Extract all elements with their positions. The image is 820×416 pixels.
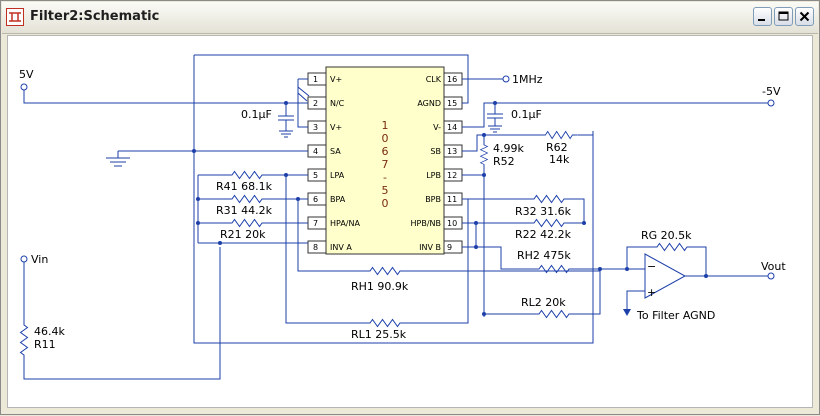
- ic-pin-label: LPA: [330, 171, 345, 180]
- ground-symbol: [106, 150, 194, 167]
- ic-pin-number: 9: [447, 243, 452, 252]
- vout-label: Vout: [761, 260, 786, 273]
- ic-pin-label: V+: [330, 123, 342, 132]
- ic-part-number: 1067-50: [382, 119, 389, 210]
- ic-pin-number: 5: [313, 171, 318, 180]
- ic-pin-label: HPB/NB: [411, 219, 442, 228]
- ic-pin-label: SA: [330, 147, 341, 156]
- rg-label: RG 20.5k: [641, 229, 692, 242]
- ic-pin-number: 13: [447, 147, 457, 156]
- agnd-arrow-icon: [623, 309, 631, 316]
- opamp-minus: −: [647, 260, 656, 273]
- ic-pin-label: SB: [430, 147, 441, 156]
- r52-value: 4.99k: [493, 142, 524, 155]
- ic-pin-label: V+: [330, 75, 342, 84]
- ic-pin-number: 11: [447, 195, 457, 204]
- r62-value: 14k: [549, 153, 570, 166]
- ic-pin-number: 4: [313, 147, 318, 156]
- cap1-label: 0.1µF: [241, 108, 272, 121]
- ic-pin-number: 10: [447, 219, 457, 228]
- ic-part-char: 0: [382, 132, 389, 145]
- vin-label: Vin: [31, 253, 48, 266]
- vin-terminal[interactable]: [20, 255, 28, 263]
- rh2-label: RH2 475k: [517, 249, 571, 262]
- ic-part-char: 5: [382, 184, 389, 197]
- r21-label: R21 20k: [220, 228, 266, 241]
- ic-pin-number: 12: [447, 171, 457, 180]
- vout-terminal[interactable]: [767, 272, 775, 280]
- ic-pin-number: 15: [447, 99, 457, 108]
- ic-pin-number: 2: [313, 99, 318, 108]
- ic-pin-label: CLK: [426, 75, 442, 84]
- vminus-label: -5V: [762, 85, 781, 98]
- r11-name: R11: [34, 338, 56, 351]
- ic-pin-number: 14: [447, 123, 457, 132]
- clk-terminal[interactable]: [502, 75, 510, 83]
- ic-part-char: -: [383, 171, 387, 184]
- rh1-label: RH1 90.9k: [351, 280, 409, 293]
- ic-part-char: 6: [382, 145, 389, 158]
- ic-pin-label: BPA: [330, 195, 346, 204]
- ic-part-char: 7: [382, 158, 389, 171]
- ic-pin-number: 7: [313, 219, 318, 228]
- to-agnd-label: To Filter AGND: [636, 309, 715, 322]
- ic-pin-number: 6: [313, 195, 318, 204]
- ic-pin-label: BPB: [425, 195, 441, 204]
- ic-pin-number: 1: [313, 75, 318, 84]
- vplus-label: 5V: [19, 68, 34, 81]
- vin-wire: [23, 247, 221, 380]
- r31-label: R31 44.2k: [216, 204, 273, 217]
- vminus-terminal[interactable]: [767, 99, 775, 107]
- ic-pin-number: 3: [313, 123, 318, 132]
- r32-label: R32 31.6k: [515, 205, 572, 218]
- r22-label: R22 42.2k: [515, 228, 572, 241]
- rl1-label: RL1 25.5k: [351, 328, 407, 341]
- clk-label: 1MHz: [512, 73, 543, 86]
- cap2-label: 0.1µF: [511, 108, 542, 121]
- schematic-window: Filter2:Schematic 1067-50 1 V+ 2 N/C 3 V+ 4 SA 5…: [0, 0, 820, 415]
- ic-part-char: 1: [382, 119, 389, 132]
- schematic-diagram: 1067-50 1 V+2 N/C3 V+4 SA5 LPA6 BPA7 HPA/NA8 INV…: [19, 54, 786, 380]
- ic-part-char: 0: [382, 197, 389, 210]
- ic-pin-label: HPA/NA: [330, 219, 360, 228]
- opamp-plus: +: [647, 286, 656, 299]
- ic-pin-label: V-: [433, 123, 441, 132]
- nc-mark: [297, 86, 310, 102]
- ic-pin-label: LPB: [426, 171, 441, 180]
- ic-pin-label: INV A: [330, 243, 352, 252]
- ic-pin-label: N/C: [330, 99, 345, 108]
- r41-label: R41 68.1k: [216, 180, 273, 193]
- cap1-symbol: [278, 103, 294, 138]
- r52-name: R52: [493, 155, 515, 168]
- vminus-wire: [462, 102, 768, 133]
- schematic-canvas[interactable]: 1067-50 1 V+ 2 N/C 3 V+ 4 SA 5 LPA 6 BPA 7 HPA/NA 8 INV…: [7, 35, 813, 408]
- vplus-terminal[interactable]: [20, 83, 28, 91]
- ic-pin-label: INV B: [419, 243, 441, 252]
- ic-pin-label: AGND: [417, 99, 441, 108]
- ic-pin-number: 16: [447, 75, 457, 84]
- ic-pin-number: 8: [313, 243, 318, 252]
- rl2-label: RL2 20k: [521, 296, 566, 309]
- r11-value: 46.4k: [34, 325, 65, 338]
